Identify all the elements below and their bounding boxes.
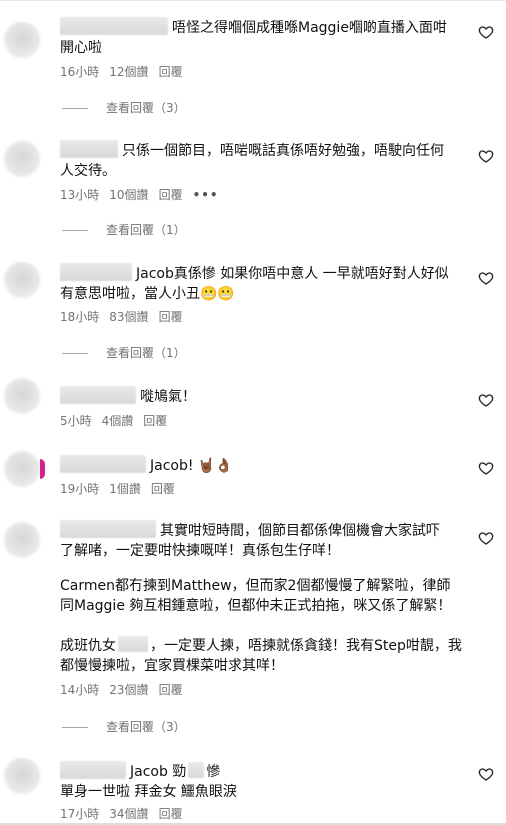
- comment-text: 只係一個節目，唔啱嘅話真係唔好勉強，唔駛向任何 人交待。: [60, 140, 462, 181]
- timestamp: 16小時: [60, 65, 100, 79]
- comment-meta: 19小時 1個讚 回覆: [60, 481, 175, 497]
- timestamp: 17小時: [60, 807, 100, 821]
- redacted-username[interactable]: [60, 761, 126, 779]
- avatar[interactable]: [4, 141, 40, 177]
- redacted-username[interactable]: [60, 263, 132, 281]
- avatar[interactable]: [4, 262, 40, 298]
- redacted-username[interactable]: [60, 17, 168, 35]
- comment-meta: 17小時 34個讚 回覆: [60, 806, 183, 822]
- reply-button[interactable]: 回覆: [159, 309, 183, 325]
- timestamp: 14小時: [60, 683, 100, 697]
- comment-meta: 13小時 10個讚 回覆 •••: [60, 187, 219, 203]
- heart-outline-icon[interactable]: [478, 392, 494, 408]
- replies-divider: [62, 352, 88, 354]
- timestamp: 13小時: [60, 188, 100, 202]
- reply-button[interactable]: 回覆: [151, 481, 175, 497]
- avatar[interactable]: [4, 522, 40, 558]
- comment-text-paragraph-3: 成班仇女 ，一定要人揀，唔揀就係貪錢！我有Step咁靚，我 都慢慢揀啦，宜家買棵菜…: [60, 636, 462, 674]
- reply-button[interactable]: 回覆: [159, 64, 183, 80]
- reply-button[interactable]: 回覆: [159, 682, 183, 698]
- replies-divider: [62, 107, 88, 109]
- heart-outline-icon[interactable]: [478, 270, 494, 286]
- view-replies-button[interactable]: 查看回覆（1）: [62, 222, 186, 238]
- heart-outline-icon[interactable]: [478, 24, 494, 40]
- comment-text: Jacob真係慘 如果你唔中意人 一早就唔好對人好似 有意思咁啦，當人小丑😬😬: [60, 263, 462, 304]
- redacted-word: [188, 762, 205, 778]
- heart-outline-icon[interactable]: [478, 460, 494, 476]
- redacted-username[interactable]: [60, 140, 118, 158]
- like-count[interactable]: 4個讚: [102, 413, 134, 429]
- avatar[interactable]: [4, 378, 40, 414]
- heart-outline-icon[interactable]: [478, 766, 494, 782]
- timestamp: 5小時: [60, 414, 92, 428]
- reply-button[interactable]: 回覆: [143, 413, 167, 429]
- comment-text-paragraph-2: Carmen都冇揀到Matthew，但而家2個都慢慢了解緊啦，律師 同Maggi…: [60, 578, 452, 614]
- like-count[interactable]: 34個讚: [109, 806, 148, 822]
- view-replies-button[interactable]: 查看回覆（3）: [62, 100, 186, 116]
- comment-text: Jacob 勁慘 單身一世啦 拜金女 鱷魚眼淚: [60, 761, 462, 802]
- reply-button[interactable]: 回覆: [159, 806, 183, 822]
- view-replies-button[interactable]: 查看回覆（1）: [62, 345, 186, 361]
- redacted-username[interactable]: [60, 455, 146, 473]
- comment-meta: 14小時 23個讚 回覆: [60, 682, 183, 698]
- comment-text: 嘥鳩氣！: [60, 386, 462, 407]
- avatar[interactable]: [4, 451, 40, 487]
- comment-text: 其實咁短時間，個節目都係俾個機會大家試吓 了解啫，一定要咁快揀嘅咩！真係包生仔咩…: [60, 520, 462, 561]
- redacted-word: [118, 636, 148, 652]
- like-count[interactable]: 1個讚: [109, 481, 141, 497]
- like-count[interactable]: 12個讚: [109, 64, 148, 80]
- comment-text: Jacob! 🤘🏾👌🏾: [60, 455, 462, 476]
- comment-text: 唔怪之得嗰個成種喺Maggie嗰啲直播入面咁 開心啦: [60, 17, 462, 58]
- heart-outline-icon[interactable]: [478, 148, 494, 164]
- avatar[interactable]: [4, 22, 40, 58]
- redacted-username[interactable]: [60, 386, 136, 404]
- comment-meta: 5小時 4個讚 回覆: [60, 413, 167, 429]
- timestamp: 19小時: [60, 482, 100, 496]
- view-replies-button[interactable]: 查看回覆（3）: [62, 719, 186, 735]
- comment-meta: 18小時 83個讚 回覆: [60, 309, 183, 325]
- more-dots-icon[interactable]: •••: [193, 187, 219, 203]
- like-count[interactable]: 83個讚: [109, 309, 148, 325]
- timestamp: 18小時: [60, 310, 100, 324]
- like-count[interactable]: 23個讚: [109, 682, 148, 698]
- comment-meta: 16小時 12個讚 回覆: [60, 64, 183, 80]
- top-divider: [0, 0, 506, 1]
- heart-outline-icon[interactable]: [478, 530, 494, 546]
- redacted-username[interactable]: [60, 520, 156, 538]
- like-count[interactable]: 10個讚: [109, 187, 148, 203]
- story-ring: [40, 459, 45, 479]
- replies-divider: [62, 229, 88, 231]
- avatar[interactable]: [4, 758, 40, 794]
- reply-button[interactable]: 回覆: [159, 187, 183, 203]
- replies-divider: [62, 726, 88, 728]
